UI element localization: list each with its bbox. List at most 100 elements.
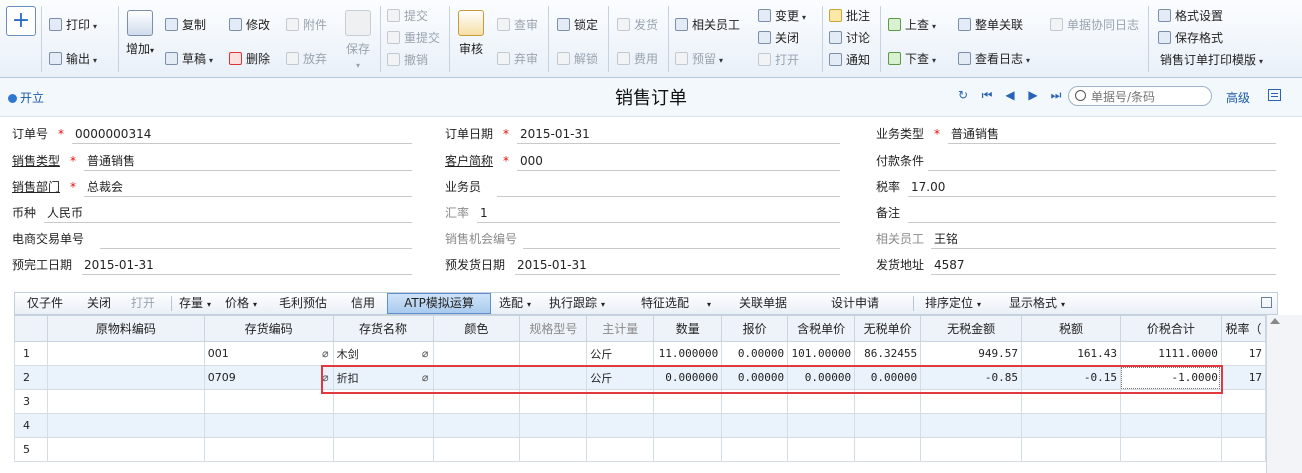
cell-net-price[interactable] — [854, 413, 922, 438]
cell-code[interactable] — [203, 389, 334, 414]
whole-link-button[interactable]: 整单关联 — [958, 15, 1023, 35]
cell-tax[interactable] — [1021, 413, 1121, 438]
advanced-link[interactable]: 高级 — [1226, 89, 1250, 106]
review-button[interactable]: 审核 — [453, 10, 489, 57]
planned-finish-date-field[interactable]: 预完工日期 2015-01-31 — [12, 254, 412, 276]
prev-record-icon[interactable]: ◀ — [1003, 88, 1017, 102]
design-request-button[interactable]: 设计申请 — [831, 293, 879, 314]
first-record-icon[interactable]: ⏮ — [980, 88, 994, 103]
cell-spec[interactable] — [519, 437, 588, 462]
paperclip-icon[interactable]: ⌀ — [422, 347, 429, 360]
cell-name[interactable] — [332, 413, 434, 438]
remarks-field[interactable]: 备注 — [876, 202, 1276, 224]
close-order-button[interactable]: 关闭 — [758, 28, 799, 48]
scroll-up-icon[interactable] — [1270, 318, 1280, 324]
atp-simulation-button[interactable]: ATP模拟运算 — [387, 293, 491, 314]
cell-spec[interactable] — [519, 365, 588, 390]
open-row-button[interactable]: 打开 — [131, 293, 155, 314]
cell-net-amount[interactable] — [920, 413, 1023, 438]
paperclip-icon[interactable]: ⌀ — [422, 371, 429, 384]
cell-color[interactable] — [432, 341, 521, 366]
cell-spec[interactable] — [519, 389, 588, 414]
column-header[interactable]: 存货名称 — [332, 315, 434, 342]
cell-tax-price[interactable] — [787, 389, 856, 414]
column-header[interactable]: 无税金额 — [920, 315, 1023, 342]
planned-ship-date-field[interactable]: 预发货日期 2015-01-31 — [445, 254, 840, 276]
resubmit-button[interactable]: 重提交 — [387, 28, 440, 48]
margin-estimate-button[interactable]: 毛利预估 — [279, 293, 327, 314]
cell-name[interactable]: 木剑 ⌀ — [332, 341, 434, 366]
price-button[interactable]: 价格 ▾ — [225, 293, 257, 314]
cell-tax[interactable] — [1021, 389, 1121, 414]
cell-material[interactable] — [46, 365, 205, 390]
next-record-icon[interactable]: ▶ — [1026, 88, 1040, 102]
column-header[interactable]: 无税单价 — [854, 315, 922, 342]
change-button[interactable]: 变更 ▾ — [758, 6, 806, 26]
cell-unit[interactable] — [586, 413, 655, 438]
cell-rate[interactable]: 17 — [1220, 341, 1266, 366]
print-button[interactable]: 打印 ▾ — [49, 15, 97, 35]
cell-total[interactable]: 1111.0000 — [1119, 341, 1222, 366]
related-staff-field[interactable]: 相关员工 王铭 — [876, 228, 1276, 250]
prev-query-button[interactable]: 上查 ▾ — [888, 15, 936, 35]
column-header[interactable]: 报价 — [721, 315, 789, 342]
paperclip-icon[interactable]: ⌀ — [322, 347, 329, 360]
credit-button[interactable]: 信用 — [351, 293, 375, 314]
add-button[interactable]: 增加▾ — [122, 10, 158, 57]
delete-button[interactable]: 删除 — [229, 49, 270, 69]
cell-total[interactable]: -1.0000 — [1119, 365, 1222, 390]
print-template-select[interactable]: 销售订单打印模版 ▾ — [1160, 50, 1263, 70]
column-header[interactable]: 原物料编码 — [46, 315, 205, 342]
cell-name[interactable] — [332, 389, 434, 414]
salesperson-field[interactable]: 业务员 — [445, 176, 840, 198]
last-record-icon[interactable]: ⏭ — [1049, 88, 1063, 103]
cell-quote[interactable] — [721, 389, 789, 414]
doc-search-box[interactable] — [1068, 86, 1212, 106]
column-header[interactable]: 含税单价 — [787, 315, 856, 342]
sub-item-button[interactable]: 仅子件 — [27, 293, 63, 314]
cell-qty[interactable] — [653, 413, 723, 438]
attachment-button[interactable]: 附件 — [286, 15, 327, 35]
column-header[interactable]: 价税合计 — [1119, 315, 1222, 342]
expense-button[interactable]: 费用 — [617, 49, 658, 69]
cell-rate[interactable] — [1220, 437, 1266, 462]
cell-net-amount[interactable] — [920, 437, 1023, 462]
cell-name[interactable]: 折扣 ⌀ — [332, 365, 434, 390]
column-header[interactable]: 主计量 — [586, 315, 655, 342]
cell-tax-price[interactable]: 0.00000 — [787, 365, 856, 390]
format-settings-button[interactable]: 格式设置 — [1158, 6, 1223, 26]
draft-button[interactable]: 草稿 ▾ — [165, 49, 213, 69]
sales-type-label[interactable]: 销售类型 — [12, 150, 60, 172]
view-log-button[interactable]: 查看日志 ▾ — [958, 49, 1030, 69]
cell-rate[interactable]: 17 — [1220, 365, 1266, 390]
cell-code[interactable] — [203, 437, 334, 462]
sort-locate-button[interactable]: 排序定位 ▾ — [925, 293, 981, 314]
open-order-button[interactable]: 打开 — [758, 50, 799, 70]
cell-name[interactable] — [332, 437, 434, 462]
prepay-button[interactable]: 预留 ▾ — [675, 49, 723, 69]
cell-qty[interactable] — [653, 389, 723, 414]
ship-button[interactable]: 发货 — [617, 15, 658, 35]
cell-quote[interactable] — [721, 413, 789, 438]
cell-color[interactable] — [432, 389, 521, 414]
submit-button[interactable]: 提交 — [387, 6, 428, 26]
cell-color[interactable] — [432, 437, 521, 462]
table-row[interactable]: 3 — [14, 389, 1266, 414]
cell-material[interactable] — [46, 437, 205, 462]
table-row[interactable]: 4 — [14, 413, 1266, 438]
cell-net-price[interactable]: 86.32455 — [854, 341, 922, 366]
cell-material[interactable] — [46, 389, 205, 414]
cell-total[interactable] — [1119, 413, 1222, 438]
plus-icon[interactable]: + — [6, 6, 36, 36]
cell-tax-price[interactable] — [787, 413, 856, 438]
customer-label[interactable]: 客户简称 — [445, 150, 493, 172]
related-staff-button[interactable]: 相关员工 — [675, 15, 740, 35]
cell-total[interactable] — [1119, 389, 1222, 414]
exchange-rate-field[interactable]: 汇率 1 — [445, 202, 840, 224]
cell-rate[interactable] — [1220, 413, 1266, 438]
cell-qty[interactable]: 0.000000 — [653, 365, 723, 390]
cell-net-price[interactable]: 0.00000 — [854, 365, 922, 390]
business-type-field[interactable]: 业务类型 * 普通销售 — [876, 123, 1276, 145]
save-button[interactable]: 保存 ▾ — [340, 10, 376, 71]
column-header[interactable]: 颜色 — [432, 315, 521, 342]
